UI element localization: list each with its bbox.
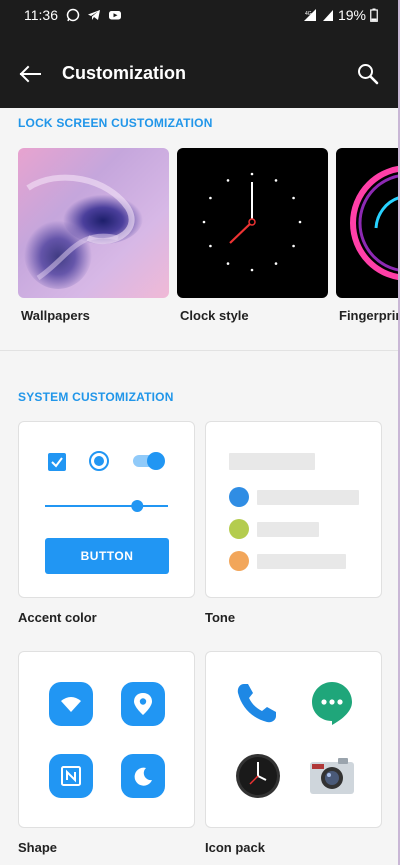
page-title: Customization — [62, 63, 186, 83]
clock-hour-dot — [209, 196, 212, 200]
clock-hour-dot — [202, 220, 206, 224]
system-section-header: SYSTEM CUSTOMIZATION — [18, 390, 174, 404]
status-right: 4G 19% — [302, 7, 378, 23]
fingerprint-thumbnail — [350, 165, 400, 281]
clock-hour-dot — [226, 262, 230, 265]
battery-icon — [370, 8, 378, 22]
status-time: 11:36 — [24, 7, 58, 23]
accent-color-label: Accent color — [18, 610, 97, 625]
whatsapp-icon — [66, 8, 80, 22]
clock-app-icon — [236, 754, 280, 798]
clock-thumbnail — [202, 172, 302, 272]
tone-bar-1 — [257, 490, 359, 505]
clock-hour-dot — [226, 179, 230, 182]
wifi-icon — [61, 697, 81, 712]
tone-label: Tone — [205, 610, 236, 625]
youtube-icon — [109, 11, 121, 20]
tone-bar-3 — [257, 554, 346, 569]
tone-bar-2 — [257, 522, 319, 537]
wallpaper-thumbnail — [18, 148, 169, 298]
tone-title-bar — [229, 453, 315, 470]
wallpapers-label: Wallpapers — [21, 308, 90, 323]
wifi-shape-icon — [49, 682, 93, 726]
icon-pack-label: Icon pack — [205, 840, 265, 855]
accent-color-card[interactable]: BUTTON — [18, 421, 195, 598]
fingerprint-card[interactable] — [336, 148, 400, 298]
shape-card[interactable] — [18, 651, 195, 828]
accent-button-label: BUTTON — [80, 549, 134, 563]
telegram-icon — [88, 10, 100, 20]
moon-icon — [134, 767, 152, 786]
clock-style-label: Clock style — [180, 308, 249, 323]
shape-label: Shape — [18, 840, 58, 855]
location-pin-icon — [134, 693, 152, 715]
wallpapers-card[interactable] — [18, 148, 169, 298]
nfc-shape-icon — [49, 754, 93, 798]
clock-hour-dot — [292, 244, 295, 248]
tone-dot-green — [229, 519, 249, 539]
search-icon — [358, 64, 379, 85]
camera-icon — [310, 758, 354, 794]
section-divider — [0, 350, 400, 351]
location-shape-icon — [121, 682, 165, 726]
clock-hour-dot — [274, 179, 278, 182]
fingerprint-label: Fingerprin — [339, 308, 400, 323]
clock-hour-dot — [298, 220, 302, 224]
battery-percent: 19% — [337, 7, 366, 23]
status-bar: 11:36 4G 19% — [0, 0, 400, 32]
screen: 11:36 4G 19% Customization LOCK SCREEN C… — [0, 0, 400, 865]
signal-icon-2 — [322, 10, 333, 21]
back-button[interactable] — [14, 58, 46, 90]
phone-icon — [237, 684, 276, 723]
checkbox-preview — [48, 453, 66, 471]
tone-dot-orange — [229, 551, 249, 571]
clock-style-card[interactable] — [177, 148, 328, 298]
clock-hour-dot — [292, 196, 295, 200]
tone-card[interactable] — [205, 421, 382, 598]
arrow-left-icon — [19, 65, 41, 83]
signal-icon: 4G — [303, 9, 316, 21]
clock-hour-dot — [274, 262, 278, 265]
moon-shape-icon — [121, 754, 165, 798]
icon-pack-card[interactable] — [205, 651, 382, 828]
clock-hour-dot — [209, 244, 212, 248]
app-bar: Customization — [0, 32, 400, 108]
lock-section-header: LOCK SCREEN CUSTOMIZATION — [18, 116, 213, 130]
search-button[interactable] — [352, 58, 384, 90]
clock-hour-dot — [250, 268, 254, 272]
network-type: 4G — [305, 11, 312, 17]
tone-dot-blue — [229, 487, 249, 507]
clock-hour-dot — [250, 172, 254, 176]
nfc-icon — [61, 766, 81, 786]
accent-button-preview: BUTTON — [45, 538, 169, 574]
hangouts-icon — [312, 682, 352, 725]
